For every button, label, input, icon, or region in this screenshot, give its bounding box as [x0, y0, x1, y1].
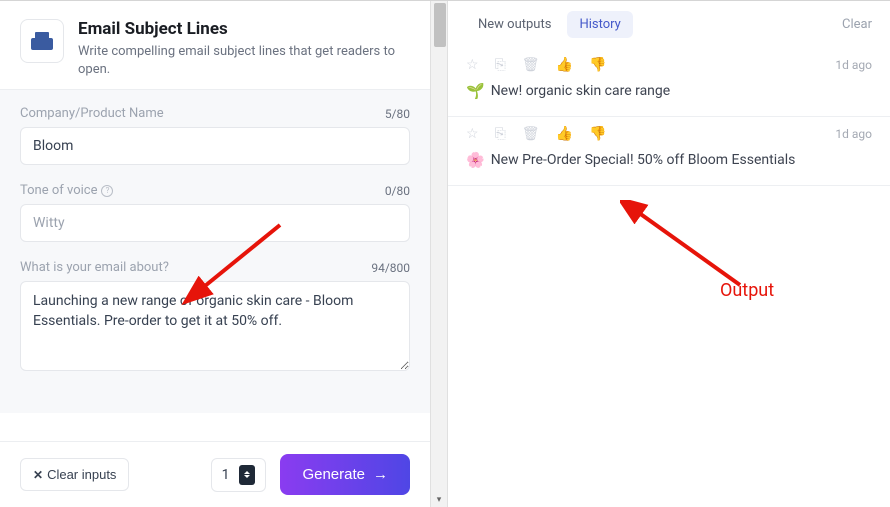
output-panel: New outputs History Clear ☆ ⎘ 🗑 👍 👎 1d a… [448, 1, 890, 507]
company-label: Company/Product Name [20, 106, 164, 121]
star-icon[interactable]: ☆ [466, 127, 479, 141]
copy-icon[interactable]: ⎘ [495, 58, 506, 72]
about-count: 94/800 [371, 261, 410, 275]
tone-count: 0/80 [385, 184, 410, 198]
annotation-label: Output [720, 280, 774, 301]
output-text: New Pre-Order Special! 50% off Bloom Ess… [491, 152, 796, 168]
copy-icon[interactable]: ⎘ [495, 127, 506, 141]
clear-inputs-button[interactable]: ✕ Clear inputs [20, 458, 129, 491]
page-title: Email Subject Lines [78, 19, 410, 39]
output-timestamp: 1d ago [835, 127, 872, 141]
clear-history-link[interactable]: Clear [842, 17, 872, 32]
tool-icon [20, 19, 64, 63]
output-emoji: 🌱 [466, 82, 485, 100]
stepper-control[interactable] [239, 465, 255, 485]
tone-input[interactable] [20, 204, 410, 242]
delete-icon[interactable]: 🗑 [522, 127, 540, 141]
output-text: New! organic skin care range [491, 83, 671, 99]
about-textarea[interactable]: Launching a new range of organic skin ca… [20, 281, 410, 371]
tab-new-outputs[interactable]: New outputs [466, 11, 563, 38]
arrow-right-icon: → [373, 466, 388, 483]
generate-button[interactable]: Generate → [280, 454, 410, 495]
output-timestamp: 1d ago [835, 58, 872, 72]
tone-label: Tone of voice? [20, 183, 113, 198]
page-subtitle: Write compelling email subject lines tha… [78, 43, 410, 79]
generate-label: Generate [302, 466, 365, 483]
output-item: ☆ ⎘ 🗑 👍 👎 1d ago 🌸 New Pre-Order Special… [448, 117, 890, 186]
scroll-thumb[interactable] [434, 3, 446, 47]
output-emoji: 🌸 [466, 151, 485, 169]
about-label: What is your email about? [20, 260, 169, 275]
thumbs-up-icon[interactable]: 👍 [556, 127, 573, 141]
company-input[interactable] [20, 127, 410, 165]
company-count: 5/80 [385, 107, 410, 121]
input-panel: Email Subject Lines Write compelling ema… [0, 1, 430, 507]
thumbs-down-icon[interactable]: 👎 [589, 58, 606, 72]
scroll-down-icon[interactable]: ▾ [431, 495, 447, 505]
delete-icon[interactable]: 🗑 [522, 58, 540, 72]
help-icon[interactable]: ? [101, 185, 113, 197]
close-icon: ✕ [33, 468, 43, 482]
quantity-stepper[interactable]: 1 [211, 458, 267, 492]
quantity-value: 1 [222, 467, 230, 483]
vertical-scrollbar[interactable]: ▾ [430, 1, 448, 507]
footer-bar: ✕ Clear inputs 1 Generate → [0, 441, 430, 507]
output-item: ☆ ⎘ 🗑 👍 👎 1d ago 🌱 New! organic skin car… [448, 48, 890, 117]
thumbs-up-icon[interactable]: 👍 [556, 58, 573, 72]
thumbs-down-icon[interactable]: 👎 [589, 127, 606, 141]
star-icon[interactable]: ☆ [466, 58, 479, 72]
clear-inputs-label: Clear inputs [47, 467, 116, 482]
tab-history[interactable]: History [567, 11, 632, 38]
